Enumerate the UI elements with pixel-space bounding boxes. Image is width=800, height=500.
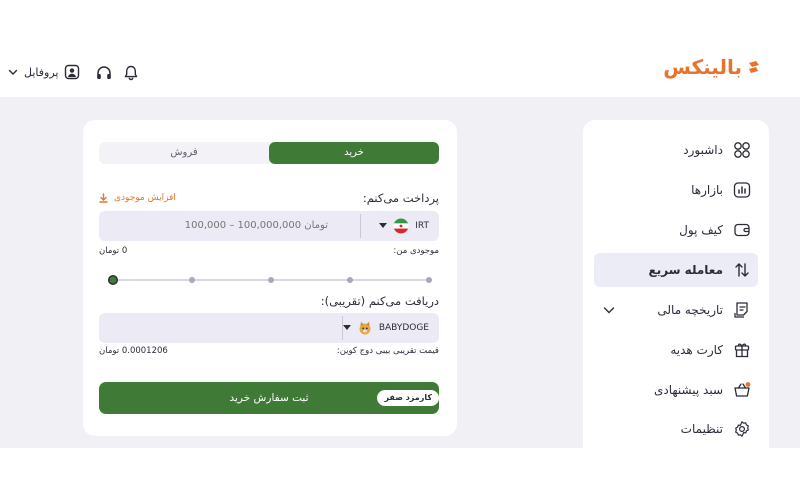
user-avatar-icon xyxy=(65,64,80,80)
sidebar-item-dashboard[interactable]: داشبورد xyxy=(593,133,751,167)
chevron-down-icon xyxy=(8,69,18,75)
chevron-down-icon[interactable] xyxy=(603,304,615,316)
sidebar-item-label: تنظیمات xyxy=(680,422,723,436)
pay-amount-input[interactable] xyxy=(113,211,328,241)
sidebar-item-quick-trade[interactable]: معامله سریع xyxy=(594,253,758,287)
receive-currency-code: BABYDOGE xyxy=(378,323,429,333)
balance-label: موجودی من: xyxy=(393,246,439,256)
bell-icon[interactable] xyxy=(122,64,140,82)
brand-logo[interactable]: بالینکس xyxy=(663,55,762,79)
basket-icon xyxy=(734,382,751,397)
sidebar-item-label: سبد پیشنهادی xyxy=(654,383,723,397)
history-receipt-icon xyxy=(734,302,748,318)
sidebar-item-label: تاریخچه مالی xyxy=(657,303,723,317)
sidebar-item-wallet[interactable]: کیف پول xyxy=(593,213,751,247)
deposit-link-label: افزایش موجودی xyxy=(114,193,176,203)
sidebar: داشبورد بازارها کیف پول معامله سریع تاری… xyxy=(583,120,769,460)
dashboard-grid-icon xyxy=(734,142,750,158)
swap-arrows-icon xyxy=(735,263,749,277)
submit-buy-order-button[interactable]: ثبت سفارش خرید کارمزد صفر xyxy=(99,382,439,414)
slider-step[interactable] xyxy=(268,277,274,283)
slider-step[interactable] xyxy=(426,277,432,283)
sidebar-item-label: کارت هدیه xyxy=(670,343,723,357)
iran-flag-icon xyxy=(393,218,409,234)
sidebar-item-suggested-basket[interactable]: سبد پیشنهادی xyxy=(593,373,751,407)
headset-support-icon[interactable] xyxy=(95,64,113,82)
tab-sell[interactable]: فروش xyxy=(99,142,269,164)
gift-card-icon xyxy=(734,343,750,358)
receive-amount-field[interactable]: BABYDOGE xyxy=(99,313,439,343)
pay-currency-select[interactable]: IRT xyxy=(379,211,429,241)
slider-thumb[interactable] xyxy=(108,275,118,285)
receive-label: دریافت می‌کنم (تقریبی): xyxy=(320,294,439,308)
trade-tabs: فروش خرید xyxy=(99,142,439,164)
field-separator xyxy=(360,214,361,238)
top-header: بالینکس پروفایل xyxy=(0,0,800,97)
pay-currency-code: IRT xyxy=(415,221,429,231)
profile-menu[interactable]: پروفایل xyxy=(8,64,80,80)
logo-mark-icon xyxy=(749,61,759,73)
sidebar-item-settings[interactable]: تنظیمات xyxy=(593,412,751,446)
slider-step[interactable] xyxy=(189,277,195,283)
balance-value: 0 تومان xyxy=(99,246,128,256)
amount-slider[interactable] xyxy=(108,275,434,285)
pay-label: پرداخت می‌کنم: xyxy=(362,191,439,205)
wallet-icon xyxy=(734,223,750,237)
download-arrow-icon xyxy=(99,193,108,203)
quick-trade-panel: فروش خرید پرداخت می‌کنم: افزایش موجودی xyxy=(83,120,457,436)
sidebar-item-label: کیف پول xyxy=(679,223,723,237)
slider-step[interactable] xyxy=(347,277,353,283)
tab-buy[interactable]: خرید xyxy=(269,142,439,164)
logo-text: بالینکس xyxy=(663,55,742,79)
settings-gear-icon xyxy=(735,421,749,437)
sidebar-item-label: بازارها xyxy=(691,183,723,197)
sidebar-item-label: داشبورد xyxy=(683,143,723,157)
sidebar-item-label: معامله سریع xyxy=(648,263,723,277)
markets-chart-icon xyxy=(733,182,751,198)
sidebar-item-gift-card[interactable]: کارت هدیه xyxy=(593,333,751,367)
babydoge-coin-icon xyxy=(359,321,371,335)
sidebar-item-markets[interactable]: بازارها xyxy=(593,173,751,207)
receive-currency-select[interactable]: BABYDOGE xyxy=(342,313,429,343)
price-label: قیمت تقریبی بیبی دوج کوین: xyxy=(336,346,439,356)
caret-down-icon xyxy=(379,223,388,228)
sidebar-item-financial-history[interactable]: تاریخچه مالی xyxy=(593,293,751,327)
deposit-link[interactable]: افزایش موجودی xyxy=(99,193,176,203)
pay-amount-field: IRT xyxy=(99,211,439,241)
zero-fee-badge: کارمزد صفر xyxy=(377,390,439,406)
caret-down-icon xyxy=(342,325,351,330)
profile-label: پروفایل xyxy=(24,65,59,79)
price-value: 0.0001206 تومان xyxy=(99,346,168,356)
